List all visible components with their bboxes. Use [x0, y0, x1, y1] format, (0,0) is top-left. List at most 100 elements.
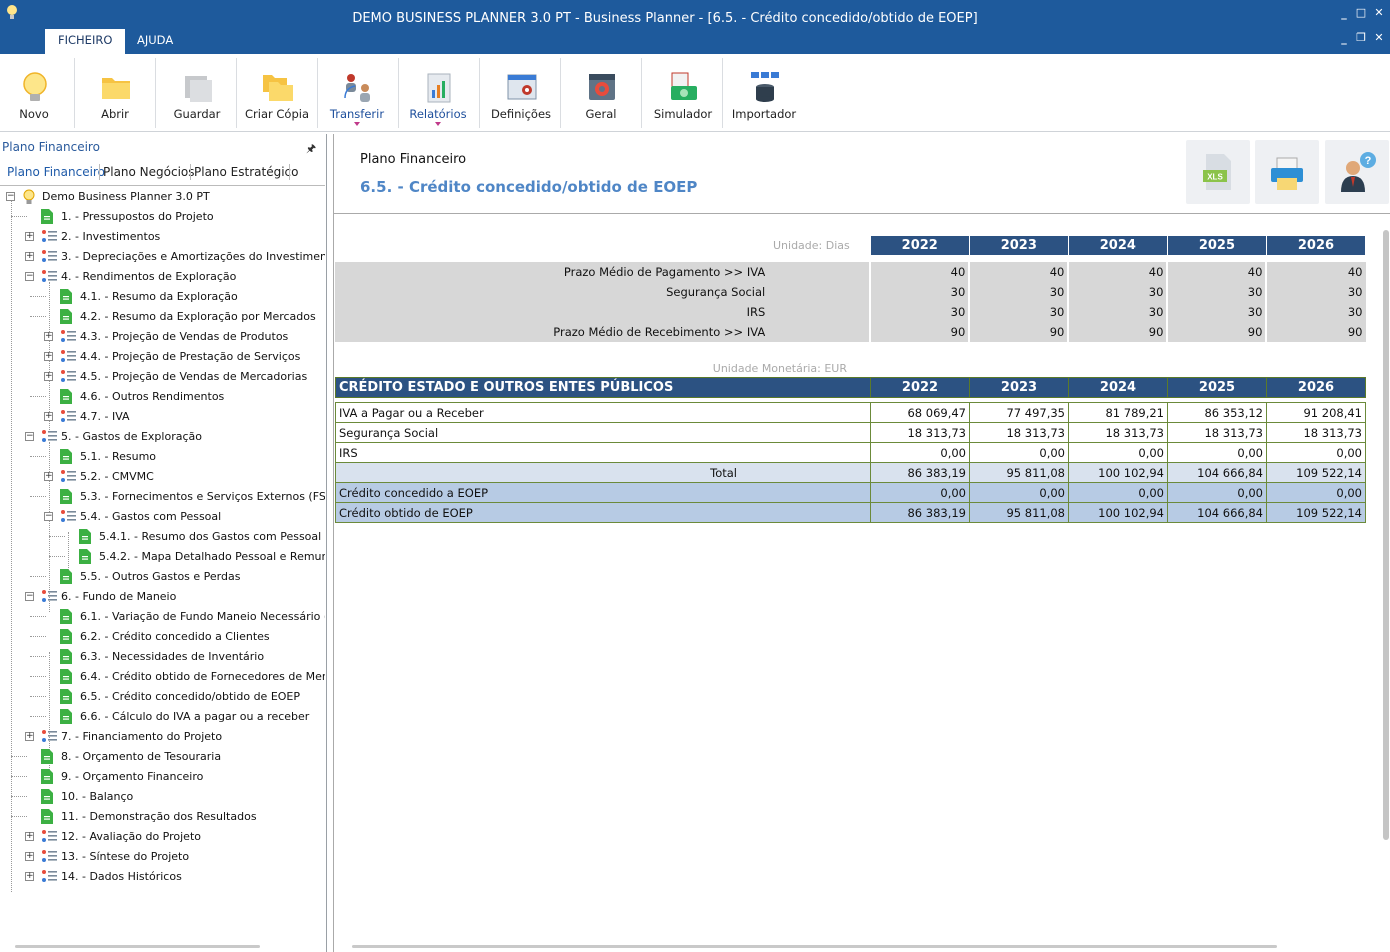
- novo-button[interactable]: Novo: [0, 58, 74, 128]
- relatorios-button[interactable]: Relatórios: [398, 58, 478, 128]
- minimize-button[interactable]: _: [1336, 7, 1352, 21]
- cell[interactable]: 30: [869, 281, 970, 302]
- tree-item[interactable]: +4.3. - Projeção de Vendas de Produtos: [0, 328, 325, 346]
- collapse-icon[interactable]: −: [44, 512, 53, 521]
- tab-plano-estrategico[interactable]: Plano Estratégico: [190, 162, 303, 183]
- cell[interactable]: 30: [1067, 301, 1168, 322]
- expand-icon[interactable]: +: [44, 472, 53, 481]
- tree-item[interactable]: 4.2. - Resumo da Exploração por Mercados: [0, 308, 325, 326]
- tree-item[interactable]: 6.2. - Crédito concedido a Clientes: [0, 628, 325, 646]
- expand-icon[interactable]: +: [25, 252, 34, 261]
- expand-icon[interactable]: +: [25, 852, 34, 861]
- criar-copia-label: Criar Cópia: [245, 107, 309, 121]
- tree-item[interactable]: 6.5. - Crédito concedido/obtido de EOEP: [0, 688, 325, 706]
- cell[interactable]: 30: [968, 301, 1069, 322]
- tree-item[interactable]: − 5. - Gastos de Exploração: [0, 428, 325, 446]
- tab-plano-negocios[interactable]: Plano Negócios: [99, 162, 199, 183]
- collapse-icon[interactable]: −: [6, 192, 15, 201]
- help-button[interactable]: ?: [1325, 140, 1389, 204]
- cell[interactable]: 90: [1067, 321, 1168, 342]
- cell[interactable]: 40: [968, 261, 1069, 282]
- close-button[interactable]: ✕: [1371, 6, 1387, 20]
- cell[interactable]: 40: [1265, 261, 1366, 282]
- tree-item[interactable]: 6.3. - Necessidades de Inventário: [0, 648, 325, 666]
- tab-ajuda[interactable]: AJUDA: [124, 29, 186, 54]
- tree-item[interactable]: 4.1. - Resumo da Exploração: [0, 288, 325, 306]
- cell[interactable]: 90: [1166, 321, 1267, 342]
- tree-item[interactable]: +2. - Investimentos: [0, 228, 325, 246]
- cell[interactable]: 30: [968, 281, 1069, 302]
- expand-icon[interactable]: +: [25, 232, 34, 241]
- tree-item[interactable]: − 5.4. - Gastos com Pessoal: [0, 508, 325, 526]
- cell[interactable]: 30: [1265, 301, 1366, 322]
- expand-icon[interactable]: +: [25, 872, 34, 881]
- collapse-icon[interactable]: −: [25, 592, 34, 601]
- criar-copia-button[interactable]: Criar Cópia: [237, 58, 317, 128]
- abrir-button[interactable]: Abrir: [75, 58, 155, 128]
- expand-icon[interactable]: +: [44, 412, 53, 421]
- tree-item[interactable]: 6.1. - Variação de Fundo Maneio Necessár…: [0, 608, 325, 626]
- cell[interactable]: 30: [1067, 281, 1168, 302]
- horizontal-scrollbar[interactable]: [352, 945, 1277, 948]
- definicoes-button[interactable]: Definições: [481, 58, 561, 128]
- simulador-button[interactable]: Simulador: [643, 58, 723, 128]
- tree-item[interactable]: 5.3. - Fornecimentos e Serviços Externos…: [0, 488, 325, 506]
- tree-item[interactable]: +4.5. - Projeção de Vendas de Mercadoria…: [0, 368, 325, 386]
- cell[interactable]: 90: [869, 321, 970, 342]
- expand-icon[interactable]: +: [25, 832, 34, 841]
- expand-icon[interactable]: +: [44, 372, 53, 381]
- tree-item[interactable]: +13. - Síntese do Projeto: [0, 848, 325, 866]
- tree-item[interactable]: − 4. - Rendimentos de Exploração: [0, 268, 325, 286]
- print-button[interactable]: [1255, 140, 1319, 204]
- tree-item[interactable]: +12. - Avaliação do Projeto: [0, 828, 325, 846]
- tree-item[interactable]: 1. - Pressupostos do Projeto: [0, 208, 325, 226]
- expand-icon[interactable]: +: [44, 352, 53, 361]
- cell[interactable]: 30: [1265, 281, 1366, 302]
- cell[interactable]: 40: [869, 261, 970, 282]
- guardar-button[interactable]: Guardar: [157, 58, 237, 128]
- collapse-icon[interactable]: −: [25, 432, 34, 441]
- tree-item[interactable]: +7. - Financiamento do Projeto: [0, 728, 325, 746]
- collapse-icon[interactable]: −: [25, 272, 34, 281]
- transferir-button[interactable]: Transferir: [317, 58, 397, 128]
- pin-icon[interactable]: 🖈: [306, 140, 316, 159]
- maximize-button[interactable]: □: [1353, 6, 1369, 20]
- cell[interactable]: 40: [1067, 261, 1168, 282]
- tree-item[interactable]: +3. - Depreciações e Amortizações do Inv…: [0, 248, 325, 266]
- cell[interactable]: 90: [1265, 321, 1366, 342]
- cell[interactable]: 30: [1166, 301, 1267, 322]
- tree-item[interactable]: +4.4. - Projeção de Prestação de Serviço…: [0, 348, 325, 366]
- tree-item[interactable]: +5.2. - CMVMC: [0, 468, 325, 486]
- tree-item[interactable]: +14. - Dados Históricos: [0, 868, 325, 886]
- tree-item[interactable]: 10. - Balanço: [0, 788, 325, 806]
- geral-button[interactable]: Geral: [561, 58, 641, 128]
- tree-item[interactable]: 11. - Demonstração dos Resultados: [0, 808, 325, 826]
- tree-item[interactable]: 8. - Orçamento de Tesouraria: [0, 748, 325, 766]
- tree-item[interactable]: − 6. - Fundo de Maneio: [0, 588, 325, 606]
- vertical-scrollbar[interactable]: [1383, 230, 1389, 840]
- cell[interactable]: 90: [968, 321, 1069, 342]
- expand-icon[interactable]: +: [25, 732, 34, 741]
- mdi-minimize-button[interactable]: _: [1336, 32, 1352, 46]
- tree-item[interactable]: 5.1. - Resumo: [0, 448, 325, 466]
- tree-item[interactable]: 4.6. - Outros Rendimentos: [0, 388, 325, 406]
- tab-ficheiro[interactable]: FICHEIRO: [45, 29, 126, 54]
- cell[interactable]: 30: [869, 301, 970, 322]
- tree-item[interactable]: 6.6. - Cálculo do IVA a pagar ou a receb…: [0, 708, 325, 726]
- tree-item[interactable]: +4.7. - IVA: [0, 408, 325, 426]
- tree-item[interactable]: 6.4. - Crédito obtido de Fornecedores de…: [0, 668, 325, 686]
- importador-button[interactable]: Importador: [724, 58, 804, 128]
- cell[interactable]: 40: [1166, 261, 1267, 282]
- expand-icon[interactable]: +: [44, 332, 53, 341]
- mdi-restore-button[interactable]: ❐: [1353, 31, 1369, 45]
- tree-item[interactable]: 5.5. - Outros Gastos e Perdas: [0, 568, 325, 586]
- tree-item[interactable]: 5.4.1. - Resumo dos Gastos com Pessoal: [0, 528, 325, 546]
- tab-plano-financeiro[interactable]: Plano Financeiro: [3, 162, 109, 183]
- mdi-close-button[interactable]: ✕: [1371, 31, 1387, 45]
- horizontal-scrollbar[interactable]: [15, 945, 260, 948]
- tree-item[interactable]: 9. - Orçamento Financeiro: [0, 768, 325, 786]
- tree-item[interactable]: 5.4.2. - Mapa Detalhado Pessoal e Remune…: [0, 548, 325, 566]
- tree-item[interactable]: − Demo Business Planner 3.0 PT: [0, 188, 325, 206]
- xls-export-button[interactable]: XLS: [1186, 140, 1250, 204]
- cell[interactable]: 30: [1166, 281, 1267, 302]
